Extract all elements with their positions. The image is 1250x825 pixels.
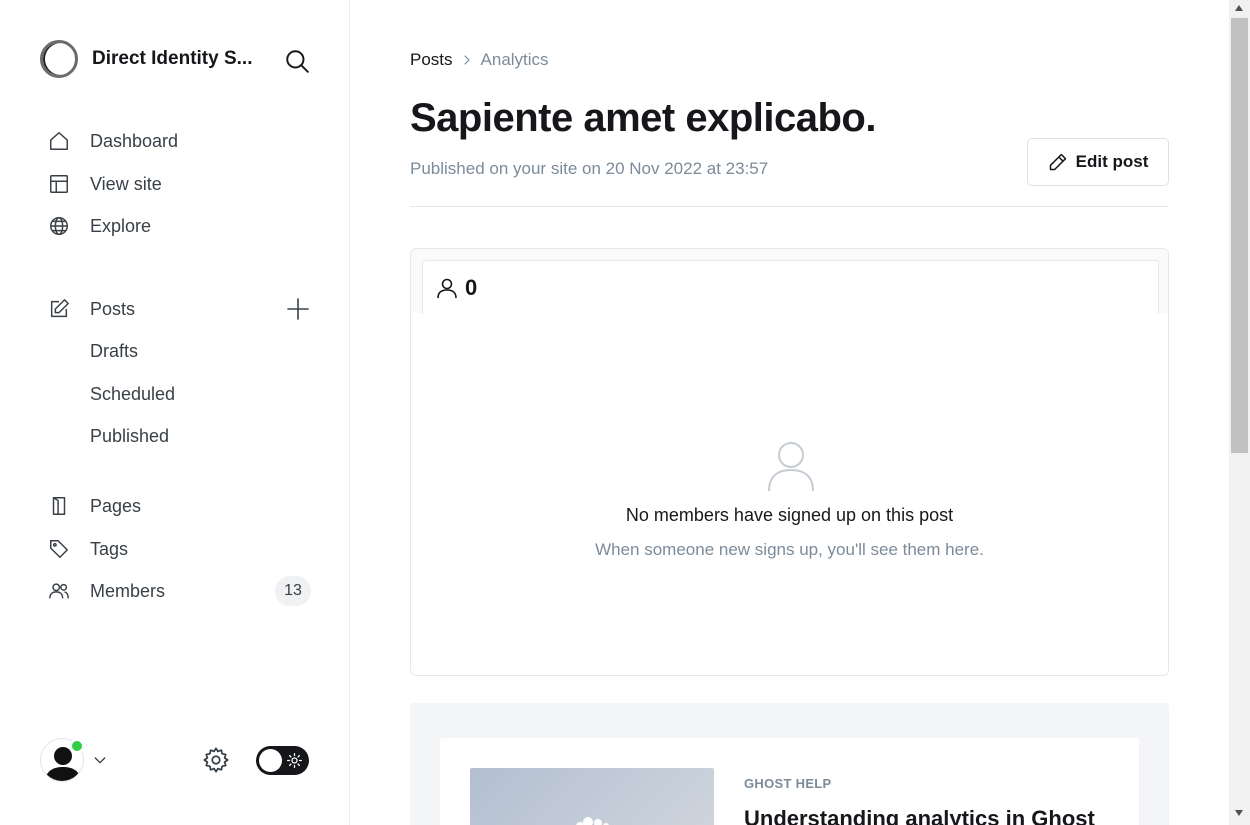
help-card[interactable]: GHOST HELP Understanding analytics in Gh… <box>440 738 1139 825</box>
members-card: 0 No members have signed up on this post… <box>410 248 1169 676</box>
tab-members[interactable]: 0 <box>422 260 1159 314</box>
sidebar-item-label: Tags <box>90 538 129 559</box>
sidebar-item-scheduled[interactable]: Scheduled <box>90 379 175 409</box>
site-brand[interactable]: Direct Identity S... <box>40 40 262 78</box>
chevron-down-icon[interactable] <box>92 752 108 768</box>
globe-icon <box>48 215 70 237</box>
edit-icon <box>48 298 70 320</box>
search-icon[interactable] <box>284 48 310 74</box>
sidebar-item-label: Pages <box>90 495 142 516</box>
home-icon <box>48 130 70 152</box>
empty-member-icon <box>768 442 814 491</box>
sidebar-item-tags[interactable]: Tags <box>48 534 128 564</box>
online-status-dot <box>70 739 84 753</box>
sidebar-item-dashboard[interactable]: Dashboard <box>48 126 178 156</box>
card-tab-bar: 0 <box>411 249 1168 314</box>
tag-icon <box>48 538 70 560</box>
sidebar-item-label: Explore <box>90 215 152 236</box>
help-thumbnail-art <box>576 817 609 825</box>
edit-post-label: Edit post <box>1075 152 1149 171</box>
toggle-knob <box>259 749 282 772</box>
publish-meta: Published on your site on 20 Nov 2022 at… <box>410 159 769 178</box>
help-section: GHOST HELP Understanding analytics in Gh… <box>410 703 1169 825</box>
layout-icon <box>48 173 70 195</box>
members-icon <box>48 580 70 602</box>
empty-state-subtitle: When someone new signs up, you'll see th… <box>595 540 984 559</box>
sidebar-item-view-site[interactable]: View site <box>48 169 162 199</box>
page-title: Sapiente amet explicabo. <box>410 96 876 140</box>
help-eyebrow: GHOST HELP <box>744 776 832 791</box>
sidebar-item-label: Dashboard <box>90 130 179 151</box>
breadcrumb: Posts Analytics <box>410 50 549 70</box>
sidebar-item-drafts[interactable]: Drafts <box>90 336 138 366</box>
sidebar-item-published[interactable]: Published <box>90 421 169 451</box>
new-post-plus-icon[interactable] <box>286 297 310 321</box>
chevron-right-icon <box>463 55 470 65</box>
breadcrumb-posts-link[interactable]: Posts <box>410 50 453 70</box>
member-icon <box>437 278 457 298</box>
site-logo <box>40 40 78 78</box>
scrollbar-thumb[interactable] <box>1231 18 1248 453</box>
help-thumbnail <box>470 768 714 825</box>
sidebar-item-label: Posts <box>90 298 136 319</box>
members-count: 0 <box>465 274 478 300</box>
site-name: Direct Identity S... <box>92 48 253 69</box>
sun-icon <box>287 753 302 768</box>
breadcrumb-current: Analytics <box>480 50 549 69</box>
divider <box>410 206 1169 207</box>
sidebar-item-explore[interactable]: Explore <box>48 211 151 241</box>
help-title[interactable]: Understanding analytics in Ghost <box>744 806 1095 825</box>
sidebar: Direct Identity S... Dashboard View site… <box>0 0 350 825</box>
scroll-up-arrow-icon[interactable] <box>1234 4 1244 12</box>
settings-icon[interactable] <box>202 746 230 774</box>
sidebar-item-members[interactable]: Members <box>48 576 165 606</box>
theme-toggle[interactable] <box>256 746 309 775</box>
sidebar-item-posts[interactable]: Posts <box>48 294 135 324</box>
page-icon <box>48 495 70 517</box>
sidebar-item-pages[interactable]: Pages <box>48 491 141 521</box>
edit-post-button[interactable]: Edit post <box>1027 138 1169 186</box>
pencil-icon <box>1049 153 1066 171</box>
scroll-down-arrow-icon[interactable] <box>1234 809 1244 817</box>
sidebar-item-label: Members <box>90 580 166 601</box>
sidebar-item-label: View site <box>90 173 162 194</box>
members-count-badge: 13 <box>275 576 311 606</box>
empty-state-title: No members have signed up on this post <box>625 505 954 525</box>
